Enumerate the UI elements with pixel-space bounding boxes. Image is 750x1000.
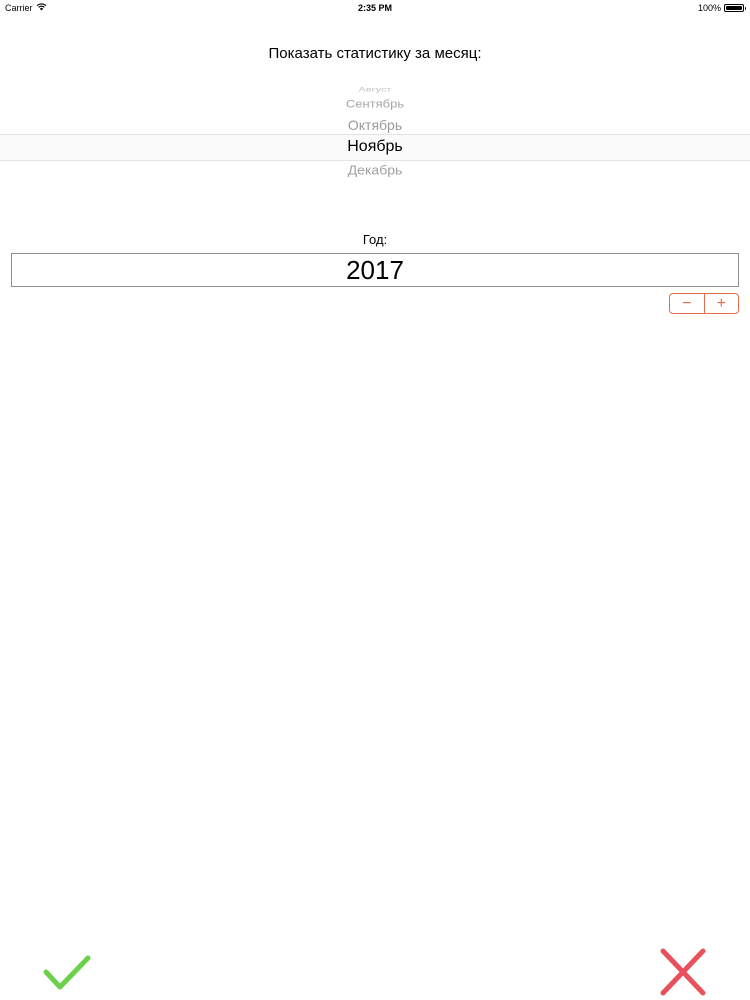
month-picker[interactable]: Август Сентябрь Октябрь Ноябрь Декабрь	[0, 80, 750, 185]
picker-item-august[interactable]: Август	[0, 87, 750, 94]
close-icon	[660, 948, 706, 996]
year-label: Год:	[362, 232, 388, 247]
status-right: 100%	[697, 3, 746, 13]
status-time: 2:35 PM	[357, 3, 392, 13]
picker-item-december[interactable]: Декабрь	[0, 163, 750, 177]
confirm-button[interactable]	[40, 950, 94, 994]
screen: Carrier 2:35 PM 100% Показать статистику…	[0, 0, 750, 1000]
battery-percent: 100%	[697, 3, 721, 13]
battery-icon	[724, 4, 746, 12]
year-increment-button[interactable]: +	[705, 294, 739, 313]
picker-item-october[interactable]: Октябрь	[0, 117, 750, 133]
year-decrement-button[interactable]: −	[670, 294, 704, 313]
status-bar: Carrier 2:35 PM 100%	[0, 0, 750, 16]
cancel-button[interactable]	[656, 947, 710, 997]
year-stepper[interactable]: − +	[669, 293, 739, 314]
month-picker-title: Показать статистику за месяц:	[268, 45, 482, 62]
picker-item-november-selected[interactable]: Ноябрь	[0, 138, 750, 156]
picker-item-september[interactable]: Сентябрь	[0, 97, 750, 110]
year-input[interactable]	[11, 253, 739, 287]
checkmark-icon	[43, 955, 91, 990]
